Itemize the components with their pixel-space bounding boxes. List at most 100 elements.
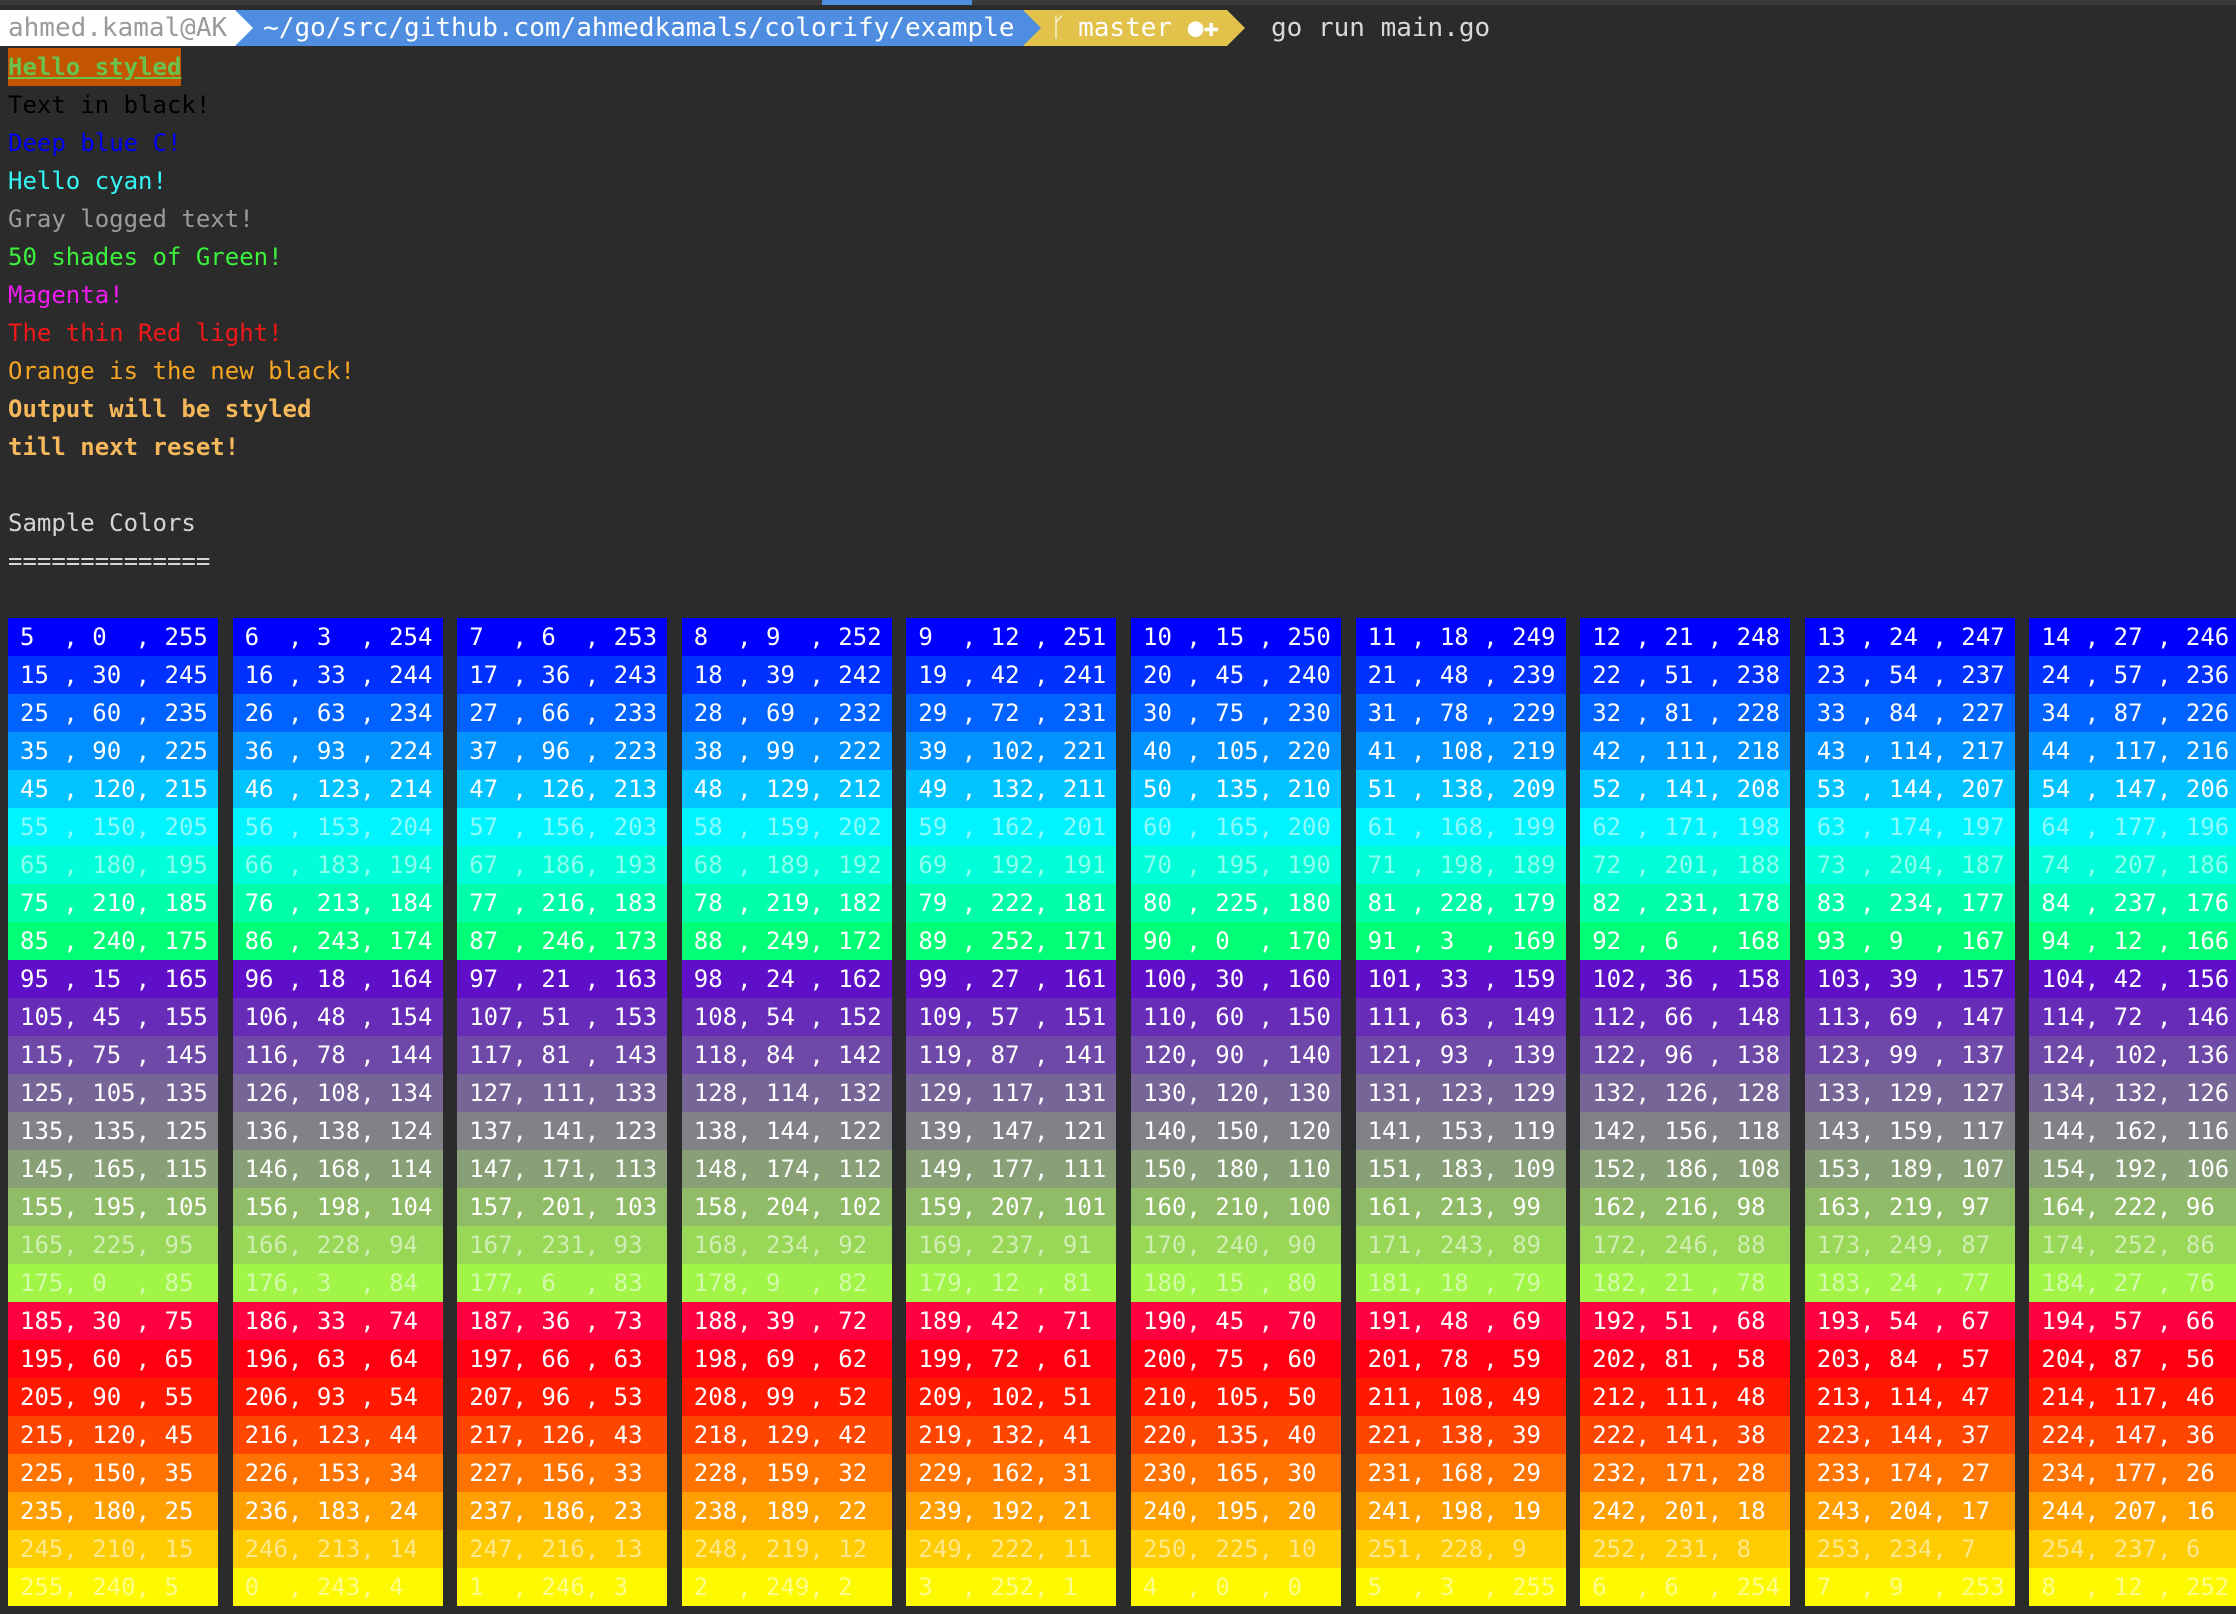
color-swatch-cell: 90 , 0 , 170 [1131, 922, 1341, 960]
color-swatch-cell: 151, 183, 109 [1355, 1150, 1566, 1188]
color-swatch-cell: 253, 234, 7 [1804, 1530, 2015, 1568]
color-swatch-cell: 214, 117, 46 [2029, 1378, 2236, 1416]
color-swatch-cell: 78 , 219, 182 [681, 884, 892, 922]
color-swatch-cell: 53 , 144, 207 [1804, 770, 2015, 808]
color-swatch-cell: 157, 201, 103 [457, 1188, 668, 1226]
color-swatch-cell: 127, 111, 133 [457, 1074, 668, 1112]
color-swatch-cell: 41 , 108, 219 [1355, 732, 1566, 770]
color-swatch-cell: 74 , 207, 186 [2029, 846, 2236, 884]
color-swatch-cell: 24 , 57 , 236 [2029, 656, 2236, 694]
color-swatch-cell: 106, 48 , 154 [232, 998, 443, 1036]
color-swatch-cell: 141, 153, 119 [1355, 1112, 1566, 1150]
color-swatch-cell: 7 , 6 , 253 [457, 618, 668, 656]
color-swatch-cell: 58 , 159, 202 [681, 808, 892, 846]
color-swatch-cell: 181, 18 , 79 [1355, 1264, 1566, 1302]
color-swatch-cell: 1 , 246, 3 [457, 1568, 668, 1606]
color-swatch-cell: 114, 72 , 146 [2029, 998, 2236, 1036]
color-swatch-cell: 140, 150, 120 [1131, 1112, 1341, 1150]
color-swatch-cell: 190, 45 , 70 [1131, 1302, 1341, 1340]
color-swatch-cell: 107, 51 , 153 [457, 998, 668, 1036]
color-swatch-cell: 247, 216, 13 [457, 1530, 668, 1568]
color-swatch-cell: 6 , 3 , 254 [232, 618, 443, 656]
color-swatch-cell: 202, 81 , 58 [1580, 1340, 1791, 1378]
color-swatch-cell: 162, 216, 98 [1580, 1188, 1791, 1226]
color-swatch-cell: 14 , 27 , 246 [2029, 618, 2236, 656]
color-swatch-cell: 43 , 114, 217 [1804, 732, 2015, 770]
color-swatch-cell: 66 , 183, 194 [232, 846, 443, 884]
color-swatch-cell: 169, 237, 91 [906, 1226, 1117, 1264]
color-swatch-cell: 213, 114, 47 [1804, 1378, 2015, 1416]
color-swatch-cell: 72 , 201, 188 [1580, 846, 1791, 884]
color-swatch-cell: 148, 174, 112 [681, 1150, 892, 1188]
color-swatch-cell: 224, 147, 36 [2029, 1416, 2236, 1454]
color-swatch-cell: 2 , 249, 2 [681, 1568, 892, 1606]
color-swatch-cell: 79 , 222, 181 [906, 884, 1117, 922]
color-swatch-cell: 38 , 99 , 222 [681, 732, 892, 770]
color-swatch-cell: 251, 228, 9 [1355, 1530, 1566, 1568]
color-swatch-cell: 22 , 51 , 238 [1580, 656, 1791, 694]
color-swatch-cell: 18 , 39 , 242 [681, 656, 892, 694]
color-swatch-cell: 242, 201, 18 [1580, 1492, 1791, 1530]
color-swatch-cell: 208, 99 , 52 [681, 1378, 892, 1416]
color-swatch-cell: 63 , 174, 197 [1804, 808, 2015, 846]
color-swatch-cell: 206, 93 , 54 [232, 1378, 443, 1416]
color-swatch-cell: 209, 102, 51 [906, 1378, 1117, 1416]
color-swatch-cell: 244, 207, 16 [2029, 1492, 2236, 1530]
color-swatch-cell: 156, 198, 104 [232, 1188, 443, 1226]
color-swatch-cell: 144, 162, 116 [2029, 1112, 2236, 1150]
color-swatch-cell: 32 , 81 , 228 [1580, 694, 1791, 732]
color-swatch-cell: 165, 225, 95 [8, 1226, 218, 1264]
color-swatch-cell: 153, 189, 107 [1804, 1150, 2015, 1188]
color-swatch-cell: 126, 108, 134 [232, 1074, 443, 1112]
color-swatch-cell: 135, 135, 125 [8, 1112, 218, 1150]
color-swatch-cell: 70 , 195, 190 [1131, 846, 1341, 884]
color-swatch-cell: 123, 99 , 137 [1804, 1036, 2015, 1074]
color-swatch-cell: 155, 195, 105 [8, 1188, 218, 1226]
color-swatch-cell: 175, 0 , 85 [8, 1264, 218, 1302]
color-swatch-cell: 129, 117, 131 [906, 1074, 1117, 1112]
color-swatch-cell: 77 , 216, 183 [457, 884, 668, 922]
color-swatch-cell: 246, 213, 14 [232, 1530, 443, 1568]
color-swatch-cell: 100, 30 , 160 [1131, 960, 1341, 998]
color-swatch-cell: 45 , 120, 215 [8, 770, 218, 808]
color-swatch-cell: 16 , 33 , 244 [232, 656, 443, 694]
color-swatch-cell: 182, 21 , 78 [1580, 1264, 1791, 1302]
color-swatch-cell: 82 , 231, 178 [1580, 884, 1791, 922]
color-swatch-cell: 207, 96 , 53 [457, 1378, 668, 1416]
color-swatch-cell: 167, 231, 93 [457, 1226, 668, 1264]
color-swatch-cell: 188, 39 , 72 [681, 1302, 892, 1340]
color-swatch-cell: 211, 108, 49 [1355, 1378, 1566, 1416]
color-swatch-cell: 37 , 96 , 223 [457, 732, 668, 770]
color-swatch-cell: 61 , 168, 199 [1355, 808, 1566, 846]
color-swatch-cell: 6 , 6 , 254 [1580, 1568, 1791, 1606]
color-swatch-cell: 3 , 252, 1 [906, 1568, 1117, 1606]
color-swatch-cell: 5 , 0 , 255 [8, 618, 218, 656]
color-swatch-cell: 170, 240, 90 [1131, 1226, 1341, 1264]
color-swatch-cell: 215, 120, 45 [8, 1416, 218, 1454]
color-swatch-cell: 240, 195, 20 [1131, 1492, 1341, 1530]
color-swatch-cell: 218, 129, 42 [681, 1416, 892, 1454]
color-swatch-cell: 118, 84 , 142 [681, 1036, 892, 1074]
color-swatch-cell: 136, 138, 124 [232, 1112, 443, 1150]
color-swatch-cell: 234, 177, 26 [2029, 1454, 2236, 1492]
color-swatch-cell: 152, 186, 108 [1580, 1150, 1791, 1188]
color-swatch-cell: 168, 234, 92 [681, 1226, 892, 1264]
color-swatch-cell: 44 , 117, 216 [2029, 732, 2236, 770]
color-swatch-cell: 97 , 21 , 163 [457, 960, 668, 998]
color-swatch-cell: 94 , 12 , 166 [2029, 922, 2236, 960]
color-swatch-cell: 39 , 102, 221 [906, 732, 1117, 770]
color-swatch-cell: 255, 240, 5 [8, 1568, 218, 1606]
color-swatch-cell: 99 , 27 , 161 [906, 960, 1117, 998]
color-swatch-cell: 147, 171, 113 [457, 1150, 668, 1188]
color-swatch-cell: 131, 123, 129 [1355, 1074, 1566, 1112]
color-swatch-cell: 50 , 135, 210 [1131, 770, 1341, 808]
color-swatch-cell: 19 , 42 , 241 [906, 656, 1117, 694]
color-swatch-cell: 166, 228, 94 [232, 1226, 443, 1264]
color-swatch-cell: 59 , 162, 201 [906, 808, 1117, 846]
color-swatch-cell: 40 , 105, 220 [1131, 732, 1341, 770]
color-swatch-cell: 212, 111, 48 [1580, 1378, 1791, 1416]
color-swatch-cell: 102, 36 , 158 [1580, 960, 1791, 998]
color-swatch-cell: 104, 42 , 156 [2029, 960, 2236, 998]
color-swatch-cell: 160, 210, 100 [1131, 1188, 1341, 1226]
color-swatch-cell: 69 , 192, 191 [906, 846, 1117, 884]
